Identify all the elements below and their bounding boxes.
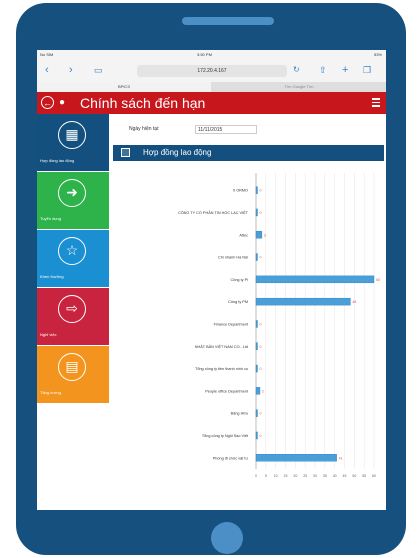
star-icon: ☆ <box>58 237 86 265</box>
data-label: 0 <box>260 345 262 349</box>
sidebar-item-reward[interactable]: ☆ Khen thưởng <box>37 230 109 287</box>
bar <box>255 387 261 395</box>
category-label: Tổng công ty Ngôi Sao Việt <box>202 434 249 438</box>
signout-icon: ⇨ <box>58 295 86 323</box>
sidebar-item-recruitment[interactable]: ➜ Tuyển dụng <box>37 172 109 229</box>
data-label: 48 <box>352 300 356 304</box>
carrier-text: No SIM <box>40 52 54 57</box>
share-icon[interactable]: ⇧ <box>319 64 327 76</box>
bar <box>255 364 258 373</box>
category-label: People office Department <box>205 389 249 393</box>
category-label: CÔNG TY CỔ PHẦN TIN HỌC LẠC VIỆT <box>178 210 249 215</box>
category-label: Công ty Pi <box>230 278 248 282</box>
sidebar-item-label: Tuyển dụng <box>40 216 61 221</box>
bar <box>255 454 337 462</box>
speaker-slot <box>182 17 274 25</box>
x-tick-label: 30 <box>313 474 317 478</box>
data-label: 0 <box>260 189 262 193</box>
section-header: Hợp đồng lao động <box>113 145 384 161</box>
sidebar: ▦ Hợp đồng lao động ➜ Tuyển dụng ☆ Khen … <box>37 114 109 404</box>
bar <box>255 275 375 284</box>
data-label: 0 <box>260 434 262 438</box>
forward-icon[interactable]: › <box>69 64 73 76</box>
sidebar-item-label: Khen thưởng <box>40 274 64 279</box>
x-tick-label: 60 <box>372 474 376 478</box>
date-label: Ngày hiện tại: <box>129 126 160 132</box>
contract-icon: ▦ <box>58 121 86 149</box>
data-label: 0 <box>260 412 262 416</box>
category-label: Attec <box>239 233 248 237</box>
data-label: 0 <box>260 211 262 215</box>
new-tab-icon[interactable]: + <box>342 64 348 76</box>
screen: No SIM 3:50 PM 53% ‹ › ▭ 172.20.4.167 ↻ … <box>37 50 386 510</box>
x-tick-label: 50 <box>352 474 356 478</box>
data-label: 0 <box>260 322 262 326</box>
category-label: Công ty PM <box>228 300 248 304</box>
x-tick-label: 45 <box>343 474 347 478</box>
browser-tab-active[interactable]: BPICS <box>37 82 211 92</box>
data-label: 41 <box>339 456 343 460</box>
x-tick-label: 40 <box>333 474 337 478</box>
category-label: Bảng Hữu <box>231 412 248 416</box>
sidebar-item-label: Hợp đồng lao động <box>40 158 75 163</box>
status-bar: No SIM 3:50 PM 53% <box>37 50 386 60</box>
data-label: 2 <box>262 389 264 393</box>
category-label: Chi nhánh Hà Nội <box>218 256 248 260</box>
data-label: 3 <box>264 233 266 237</box>
sidebar-item-salary[interactable]: ▤ Tăng lương <box>37 346 109 403</box>
bar <box>255 297 351 306</box>
bar <box>255 409 258 417</box>
page-title: Chính sách đến hạn <box>80 95 206 111</box>
contract-chart: 0 5 10 15 20 25 30 35 40 45 50 55 60ti ORMO 0CÔNG TY … <box>178 173 380 478</box>
browser-toolbar: ‹ › ▭ 172.20.4.167 ↻ ⇧ + ❐ <box>37 60 386 83</box>
bar <box>255 320 258 328</box>
back-arrow-icon[interactable]: ← <box>41 96 54 109</box>
bar <box>255 231 263 239</box>
tabs-icon[interactable]: ❐ <box>363 64 371 76</box>
money-icon: ▤ <box>58 353 86 381</box>
x-tick-label: 10 <box>274 474 278 478</box>
reload-icon[interactable]: ↻ <box>293 64 300 76</box>
x-tick-label: 0 <box>255 474 257 478</box>
x-tick-label: 25 <box>303 474 307 478</box>
category-label: Finance Department <box>214 322 249 326</box>
address-bar[interactable]: 172.20.4.167 <box>137 65 287 77</box>
chart-icon <box>121 148 130 157</box>
browser-tab-inactive[interactable]: Tìm Google Tìm <box>212 82 386 92</box>
data-label: 0 <box>260 367 262 371</box>
sidebar-item-resignation[interactable]: ⇨ Nghỉ việc <box>37 288 109 345</box>
signin-icon: ➜ <box>58 179 86 207</box>
data-label: 60 <box>376 278 380 282</box>
menu-icon[interactable] <box>372 98 380 109</box>
section-title: Hợp đồng lao động <box>143 148 212 157</box>
bar <box>255 208 258 217</box>
category-label: Phòng đi chức vật tư <box>213 456 249 460</box>
battery-text: 53% <box>373 52 382 57</box>
app-header: ← ● Chính sách đến hạn <box>37 92 386 114</box>
browser-tabs: BPICS Tìm Google Tìm <box>37 82 386 92</box>
back-icon[interactable]: ‹ <box>45 64 49 76</box>
sidebar-item-label: Nghỉ việc <box>40 332 57 337</box>
bookmarks-icon[interactable]: ▭ <box>94 64 103 76</box>
home-button[interactable] <box>211 522 243 554</box>
category-label: Tổng công ty tiền thanh ninh cụ <box>195 367 248 371</box>
bar <box>255 342 258 350</box>
x-tick-label: 55 <box>362 474 366 478</box>
date-field[interactable]: 11/11/2015 <box>195 125 257 134</box>
x-tick-label: 20 <box>293 474 297 478</box>
x-tick-label: 35 <box>323 474 327 478</box>
sidebar-item-contract[interactable]: ▦ Hợp đồng lao động <box>37 114 109 171</box>
bar <box>255 186 258 194</box>
x-tick-label: 15 <box>284 474 288 478</box>
bar <box>255 431 258 440</box>
clock-text: 3:50 PM <box>197 52 212 57</box>
data-label: 0 <box>260 256 262 260</box>
category-label: NHẬT BẢN VIỆT NAM CO., Ltd <box>195 344 248 349</box>
tag-icon: ● <box>59 97 66 108</box>
x-tick-label: 5 <box>265 474 267 478</box>
bar <box>255 253 258 261</box>
sidebar-item-label: Tăng lương <box>40 390 61 395</box>
category-label: ti ORMO <box>233 189 248 193</box>
